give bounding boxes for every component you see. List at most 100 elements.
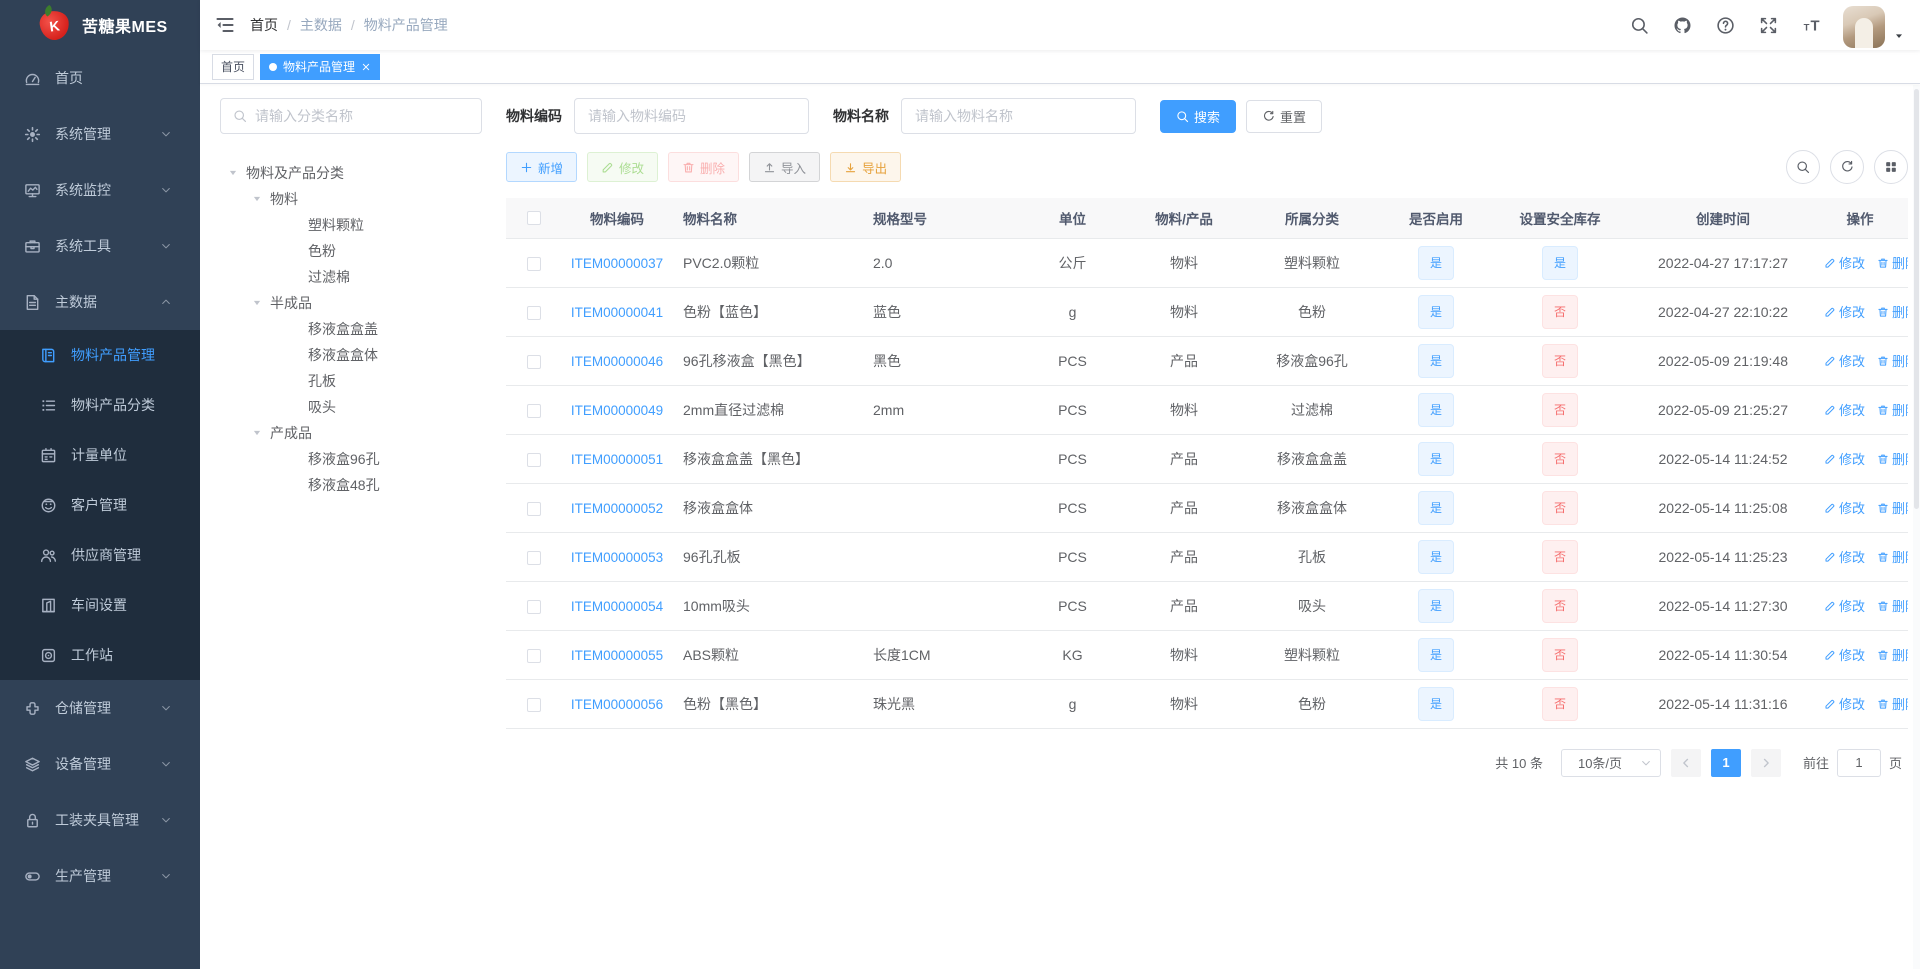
sidebar-item-home[interactable]: 首页 [0,50,200,106]
row-checkbox[interactable] [526,354,541,369]
material-code-link[interactable]: ITEM00000052 [571,501,663,516]
add-button[interactable]: 新增 [506,152,578,182]
columns-button[interactable] [1874,150,1908,184]
material-code-link[interactable]: ITEM00000046 [571,354,663,369]
row-checkbox[interactable] [526,452,541,467]
tree-node[interactable]: 移液盒盒盖 [220,316,482,342]
tree-node[interactable]: 移液盒盒体 [220,342,482,368]
tree-expand-icon[interactable] [226,166,240,180]
tree-expand-icon[interactable] [250,192,264,206]
material-code-link[interactable]: ITEM00000053 [571,550,663,565]
row-checkbox[interactable] [526,697,541,712]
sidebar-item-system-management[interactable]: 系统管理 [0,106,200,162]
row-delete-link[interactable]: 删除 [1877,645,1908,664]
sidebar-item-system-tools[interactable]: 系统工具 [0,218,200,274]
sidebar-item-system-monitor[interactable]: 系统监控 [0,162,200,218]
sidebar-item-master-data[interactable]: 主数据 [0,274,200,330]
breadcrumb-item[interactable]: 首页 [250,15,278,35]
logo[interactable]: K 苦糖果MES [0,0,200,50]
export-button[interactable]: 导出 [830,152,902,182]
row-checkbox[interactable] [526,256,541,271]
row-delete-link[interactable]: 删除 [1877,253,1908,272]
sidebar-item-supplier-management[interactable]: 供应商管理 [0,530,200,580]
help-icon[interactable] [1716,16,1735,35]
search-icon[interactable] [1630,16,1649,35]
tree-search-input[interactable] [255,108,469,124]
row-edit-link[interactable]: 修改 [1824,351,1865,370]
material-code-link[interactable]: ITEM00000051 [571,452,663,467]
tree-node[interactable]: 过滤棉 [220,264,482,290]
sidebar-item-equipment-management[interactable]: 设备管理 [0,736,200,792]
page-size-select[interactable]: 10条/页 [1560,748,1661,777]
github-icon[interactable] [1673,16,1692,35]
show-search-button[interactable] [1786,150,1820,184]
tree-node[interactable]: 色粉 [220,238,482,264]
row-delete-link[interactable]: 删除 [1877,596,1908,615]
scrollbar-thumb[interactable] [1914,89,1919,509]
material-code-link[interactable]: ITEM00000037 [571,256,663,271]
sidebar-item-measurement-unit[interactable]: 计量单位 [0,430,200,480]
row-delete-link[interactable]: 删除 [1877,498,1908,517]
row-edit-link[interactable]: 修改 [1824,253,1865,272]
row-delete-link[interactable]: 删除 [1877,351,1908,370]
font-size-icon[interactable]: TT [1802,16,1821,35]
row-checkbox[interactable] [526,403,541,418]
row-edit-link[interactable]: 修改 [1824,645,1865,664]
row-edit-link[interactable]: 修改 [1824,302,1865,321]
search-button[interactable]: 搜索 [1160,99,1237,133]
row-checkbox[interactable] [526,501,541,516]
material-code-link[interactable]: ITEM00000054 [571,599,663,614]
sidebar-item-workstation[interactable]: 工作站 [0,630,200,680]
goto-page-input[interactable] [1836,748,1881,777]
tree-node[interactable]: 物料 [220,186,482,212]
row-edit-link[interactable]: 修改 [1824,400,1865,419]
row-checkbox[interactable] [526,648,541,663]
select-all-checkbox[interactable] [526,211,541,226]
row-checkbox[interactable] [526,599,541,614]
sidebar-item-customer-management[interactable]: 客户管理 [0,480,200,530]
row-delete-link[interactable]: 删除 [1877,547,1908,566]
next-page-button[interactable] [1750,748,1781,777]
material-code-link[interactable]: ITEM00000055 [571,648,663,663]
close-icon[interactable] [361,62,371,72]
row-edit-link[interactable]: 修改 [1824,449,1865,468]
user-menu[interactable] [1843,2,1905,48]
sidebar-item-material-product-management[interactable]: 物料产品管理 [0,330,200,380]
sidebar-item-warehouse-management[interactable]: 仓储管理 [0,680,200,736]
tree-node[interactable]: 物料及产品分类 [220,160,482,186]
material-code-input[interactable] [574,98,809,134]
material-name-input[interactable] [901,98,1136,134]
tag-item[interactable]: 首页 [212,53,255,80]
row-checkbox[interactable] [526,550,541,565]
row-edit-link[interactable]: 修改 [1824,596,1865,615]
row-edit-link[interactable]: 修改 [1824,694,1865,713]
sidebar-item-workshop-settings[interactable]: 车间设置 [0,580,200,630]
sidebar-item-material-product-category[interactable]: 物料产品分类 [0,380,200,430]
delete-button[interactable]: 删除 [668,152,740,182]
material-code-link[interactable]: ITEM00000041 [571,305,663,320]
tree-node[interactable]: 移液盒48孔 [220,472,482,498]
tree-node[interactable]: 产成品 [220,420,482,446]
tag-active[interactable]: 物料产品管理 [260,53,381,80]
reset-button[interactable]: 重置 [1246,99,1323,133]
tree-node[interactable]: 半成品 [220,290,482,316]
tree-node[interactable]: 移液盒96孔 [220,446,482,472]
tree-node[interactable]: 吸头 [220,394,482,420]
row-delete-link[interactable]: 删除 [1877,400,1908,419]
page-number-1[interactable]: 1 [1710,748,1741,777]
hamburger-icon[interactable] [215,15,235,35]
fullscreen-icon[interactable] [1759,16,1778,35]
avatar[interactable] [1843,6,1885,48]
row-edit-link[interactable]: 修改 [1824,498,1865,517]
refresh-button[interactable] [1830,150,1864,184]
tree-expand-icon[interactable] [250,426,264,440]
sidebar-item-production-management[interactable]: 生产管理 [0,848,200,904]
row-delete-link[interactable]: 删除 [1877,694,1908,713]
prev-page-button[interactable] [1670,748,1701,777]
row-delete-link[interactable]: 删除 [1877,302,1908,321]
row-edit-link[interactable]: 修改 [1824,547,1865,566]
material-code-link[interactable]: ITEM00000049 [571,403,663,418]
tree-expand-icon[interactable] [250,296,264,310]
tree-node[interactable]: 孔板 [220,368,482,394]
material-code-link[interactable]: ITEM00000056 [571,697,663,712]
